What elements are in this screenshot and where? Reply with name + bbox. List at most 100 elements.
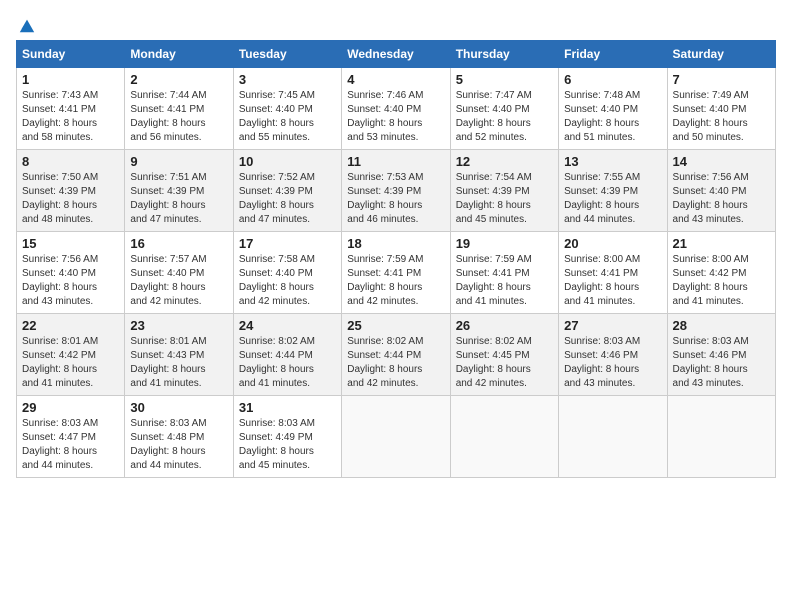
day-number: 13 xyxy=(564,154,661,169)
calendar-cell: 2 Sunrise: 7:44 AMSunset: 4:41 PMDaylight… xyxy=(125,68,233,150)
day-info: Sunrise: 7:49 AMSunset: 4:40 PMDaylight:… xyxy=(673,89,770,145)
day-info: Sunrise: 8:02 AMSunset: 4:45 PMDaylight:… xyxy=(456,335,553,391)
calendar-header-friday: Friday xyxy=(559,41,667,68)
calendar-cell: 31 Sunrise: 8:03 AMSunset: 4:49 PMDayligh… xyxy=(233,396,341,478)
day-number: 23 xyxy=(130,318,227,333)
calendar-body: 1 Sunrise: 7:43 AMSunset: 4:41 PMDaylight… xyxy=(17,68,776,478)
calendar-cell: 19 Sunrise: 7:59 AMSunset: 4:41 PMDayligh… xyxy=(450,232,558,314)
day-info: Sunrise: 7:48 AMSunset: 4:40 PMDaylight:… xyxy=(564,89,661,145)
day-number: 14 xyxy=(673,154,770,169)
calendar-cell: 24 Sunrise: 8:02 AMSunset: 4:44 PMDayligh… xyxy=(233,314,341,396)
day-number: 26 xyxy=(456,318,553,333)
day-number: 11 xyxy=(347,154,444,169)
calendar-week-2: 8Sunrise: 7:50 AMSunset: 4:39 PMDaylight… xyxy=(17,150,776,232)
calendar-header-monday: Monday xyxy=(125,41,233,68)
logo xyxy=(16,16,36,30)
day-info: Sunrise: 8:03 AMSunset: 4:46 PMDaylight:… xyxy=(673,335,770,391)
calendar-cell: 16 Sunrise: 7:57 AMSunset: 4:40 PMDayligh… xyxy=(125,232,233,314)
day-info: Sunrise: 7:56 AMSunset: 4:40 PMDaylight:… xyxy=(22,253,119,309)
day-number: 19 xyxy=(456,236,553,251)
calendar-cell: 15Sunrise: 7:56 AMSunset: 4:40 PMDayligh… xyxy=(17,232,125,314)
calendar-cell: 12 Sunrise: 7:54 AMSunset: 4:39 PMDayligh… xyxy=(450,150,558,232)
day-info: Sunrise: 8:00 AMSunset: 4:42 PMDaylight:… xyxy=(673,253,770,309)
calendar-cell xyxy=(667,396,775,478)
day-info: Sunrise: 7:44 AMSunset: 4:41 PMDaylight:… xyxy=(130,89,227,145)
day-info: Sunrise: 8:01 AMSunset: 4:43 PMDaylight:… xyxy=(130,335,227,391)
calendar-cell: 4Sunrise: 7:46 AMSunset: 4:40 PMDaylight… xyxy=(342,68,450,150)
calendar-header-row: SundayMondayTuesdayWednesdayThursdayFrid… xyxy=(17,41,776,68)
calendar-cell: 9 Sunrise: 7:51 AMSunset: 4:39 PMDaylight… xyxy=(125,150,233,232)
day-number: 21 xyxy=(673,236,770,251)
day-number: 9 xyxy=(130,154,227,169)
day-info: Sunrise: 8:03 AMSunset: 4:48 PMDaylight:… xyxy=(130,417,227,473)
day-number: 2 xyxy=(130,72,227,87)
day-info: Sunrise: 7:51 AMSunset: 4:39 PMDaylight:… xyxy=(130,171,227,227)
day-number: 10 xyxy=(239,154,336,169)
day-info: Sunrise: 8:02 AMSunset: 4:44 PMDaylight:… xyxy=(347,335,444,391)
day-number: 30 xyxy=(130,400,227,415)
day-number: 12 xyxy=(456,154,553,169)
day-number: 16 xyxy=(130,236,227,251)
calendar-cell: 22Sunrise: 8:01 AMSunset: 4:42 PMDayligh… xyxy=(17,314,125,396)
calendar-header-thursday: Thursday xyxy=(450,41,558,68)
day-info: Sunrise: 7:59 AMSunset: 4:41 PMDaylight:… xyxy=(347,253,444,309)
day-number: 27 xyxy=(564,318,661,333)
day-info: Sunrise: 7:56 AMSunset: 4:40 PMDaylight:… xyxy=(673,171,770,227)
day-number: 8 xyxy=(22,154,119,169)
day-number: 25 xyxy=(347,318,444,333)
day-info: Sunrise: 7:57 AMSunset: 4:40 PMDaylight:… xyxy=(130,253,227,309)
calendar-cell: 8Sunrise: 7:50 AMSunset: 4:39 PMDaylight… xyxy=(17,150,125,232)
calendar-cell: 5 Sunrise: 7:47 AMSunset: 4:40 PMDaylight… xyxy=(450,68,558,150)
day-number: 18 xyxy=(347,236,444,251)
day-info: Sunrise: 7:45 AMSunset: 4:40 PMDaylight:… xyxy=(239,89,336,145)
calendar-cell: 1 Sunrise: 7:43 AMSunset: 4:41 PMDaylight… xyxy=(17,68,125,150)
calendar-week-1: 1 Sunrise: 7:43 AMSunset: 4:41 PMDaylight… xyxy=(17,68,776,150)
calendar-header-wednesday: Wednesday xyxy=(342,41,450,68)
calendar-cell: 11 Sunrise: 7:53 AMSunset: 4:39 PMDayligh… xyxy=(342,150,450,232)
day-info: Sunrise: 7:59 AMSunset: 4:41 PMDaylight:… xyxy=(456,253,553,309)
day-number: 20 xyxy=(564,236,661,251)
day-info: Sunrise: 7:53 AMSunset: 4:39 PMDaylight:… xyxy=(347,171,444,227)
calendar-cell: 17 Sunrise: 7:58 AMSunset: 4:40 PMDayligh… xyxy=(233,232,341,314)
day-info: Sunrise: 7:43 AMSunset: 4:41 PMDaylight:… xyxy=(22,89,119,145)
calendar-week-5: 29 Sunrise: 8:03 AMSunset: 4:47 PMDayligh… xyxy=(17,396,776,478)
page-header xyxy=(16,16,776,30)
day-number: 5 xyxy=(456,72,553,87)
day-info: Sunrise: 7:52 AMSunset: 4:39 PMDaylight:… xyxy=(239,171,336,227)
calendar-cell xyxy=(559,396,667,478)
day-info: Sunrise: 7:46 AMSunset: 4:40 PMDaylight:… xyxy=(347,89,444,145)
day-info: Sunrise: 7:58 AMSunset: 4:40 PMDaylight:… xyxy=(239,253,336,309)
day-info: Sunrise: 7:54 AMSunset: 4:39 PMDaylight:… xyxy=(456,171,553,227)
calendar-cell: 6Sunrise: 7:48 AMSunset: 4:40 PMDaylight… xyxy=(559,68,667,150)
day-info: Sunrise: 8:03 AMSunset: 4:47 PMDaylight:… xyxy=(22,417,119,473)
calendar-cell: 29 Sunrise: 8:03 AMSunset: 4:47 PMDayligh… xyxy=(17,396,125,478)
day-number: 3 xyxy=(239,72,336,87)
calendar-cell: 21 Sunrise: 8:00 AMSunset: 4:42 PMDayligh… xyxy=(667,232,775,314)
day-number: 1 xyxy=(22,72,119,87)
logo-icon xyxy=(18,16,36,34)
day-info: Sunrise: 8:03 AMSunset: 4:49 PMDaylight:… xyxy=(239,417,336,473)
day-info: Sunrise: 8:00 AMSunset: 4:41 PMDaylight:… xyxy=(564,253,661,309)
day-number: 17 xyxy=(239,236,336,251)
calendar-cell: 26 Sunrise: 8:02 AMSunset: 4:45 PMDayligh… xyxy=(450,314,558,396)
day-info: Sunrise: 7:47 AMSunset: 4:40 PMDaylight:… xyxy=(456,89,553,145)
day-info: Sunrise: 8:03 AMSunset: 4:46 PMDaylight:… xyxy=(564,335,661,391)
calendar-cell: 23 Sunrise: 8:01 AMSunset: 4:43 PMDayligh… xyxy=(125,314,233,396)
day-info: Sunrise: 8:01 AMSunset: 4:42 PMDaylight:… xyxy=(22,335,119,391)
calendar-week-3: 15Sunrise: 7:56 AMSunset: 4:40 PMDayligh… xyxy=(17,232,776,314)
calendar-cell: 10 Sunrise: 7:52 AMSunset: 4:39 PMDayligh… xyxy=(233,150,341,232)
calendar-header-saturday: Saturday xyxy=(667,41,775,68)
day-number: 31 xyxy=(239,400,336,415)
calendar-table: SundayMondayTuesdayWednesdayThursdayFrid… xyxy=(16,40,776,478)
calendar-cell: 7Sunrise: 7:49 AMSunset: 4:40 PMDaylight… xyxy=(667,68,775,150)
calendar-cell xyxy=(450,396,558,478)
day-info: Sunrise: 8:02 AMSunset: 4:44 PMDaylight:… xyxy=(239,335,336,391)
day-number: 28 xyxy=(673,318,770,333)
calendar-cell: 28 Sunrise: 8:03 AMSunset: 4:46 PMDayligh… xyxy=(667,314,775,396)
calendar-cell: 27 Sunrise: 8:03 AMSunset: 4:46 PMDayligh… xyxy=(559,314,667,396)
calendar-cell: 18 Sunrise: 7:59 AMSunset: 4:41 PMDayligh… xyxy=(342,232,450,314)
day-number: 29 xyxy=(22,400,119,415)
day-number: 24 xyxy=(239,318,336,333)
calendar-cell: 30 Sunrise: 8:03 AMSunset: 4:48 PMDayligh… xyxy=(125,396,233,478)
calendar-cell xyxy=(342,396,450,478)
